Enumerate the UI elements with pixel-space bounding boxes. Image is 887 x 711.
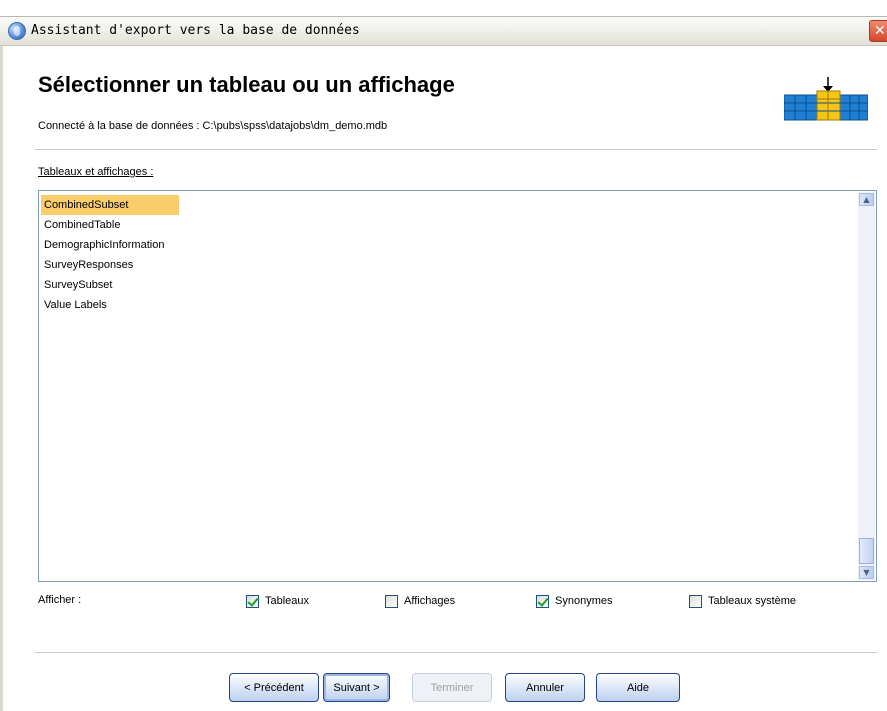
window-title: Assistant d'export vers la base de donné… [31,23,360,38]
tables-listbox[interactable]: CombinedSubset CombinedTable Demographic… [38,190,877,582]
export-wizard-window: Assistant d'export vers la base de donné… [0,0,887,711]
list-item[interactable]: SurveySubset [41,275,179,295]
footer-divider [35,652,877,653]
show-tables-checkbox[interactable]: Tableaux [246,593,309,609]
window-frame [0,46,3,711]
list-item[interactable]: Value Labels [41,295,179,315]
title-bar: Assistant d'export vers la base de donné… [0,16,887,46]
scroll-down-icon[interactable]: ▼ [859,566,874,579]
checkbox-unchecked-icon[interactable] [689,594,702,608]
close-button[interactable]: ✕ [869,20,887,42]
show-views-checkbox[interactable]: Affichages [385,593,455,609]
help-button[interactable]: Aide [596,673,680,702]
next-button[interactable]: Suivant > [323,673,390,702]
page-title: Sélectionner un tableau ou un affichage [38,72,455,97]
checkbox-checked-icon[interactable] [246,594,259,608]
tables-list: CombinedSubset CombinedTable Demographic… [41,195,179,315]
list-item[interactable]: SurveyResponses [41,255,179,275]
list-item[interactable]: DemographicInformation [41,235,179,255]
scroll-thumb[interactable] [859,538,874,564]
checkbox-label: Tableaux [265,595,310,607]
scroll-up-icon[interactable]: ▲ [859,193,874,206]
previous-button[interactable]: < Précédent [229,673,319,702]
show-system-tables-checkbox[interactable]: Tableaux système [689,593,796,609]
list-item[interactable]: CombinedTable [41,215,179,235]
checkbox-checked-icon[interactable] [536,594,549,608]
show-label: Afficher : [38,594,82,606]
connection-info: Connecté à la base de données : C:\pubs\… [38,120,388,132]
list-item[interactable]: CombinedSubset [41,195,179,215]
vertical-scrollbar[interactable]: ▲ ▼ [858,192,875,580]
header-divider [35,149,877,150]
show-synonyms-checkbox[interactable]: Synonymes [536,593,612,609]
database-wizard-icon [8,22,26,40]
cancel-button[interactable]: Annuler [505,673,585,702]
checkbox-label: Synonymes [555,595,613,607]
finish-button[interactable]: Terminer [412,673,492,702]
tables-list-label-text: Tableaux et affichages : [38,166,154,178]
checkbox-label: Tableaux système [708,595,797,607]
checkbox-label: Affichages [404,595,456,607]
checkbox-unchecked-icon[interactable] [385,594,398,608]
database-table-export-icon [784,77,868,121]
tables-list-label: Tableaux et affichages : [38,166,153,178]
